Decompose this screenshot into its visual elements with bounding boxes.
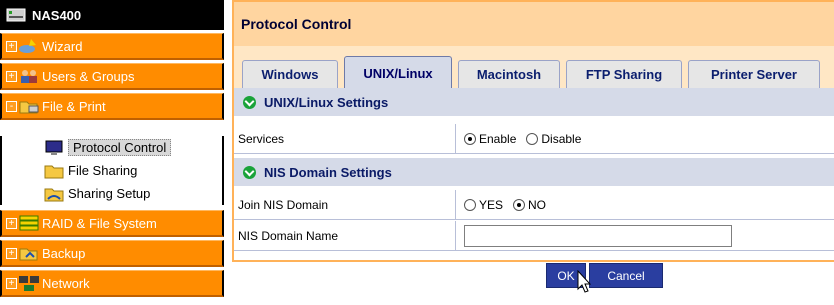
nav-item-label: Network bbox=[42, 275, 90, 291]
nav-item-network[interactable]: + Network bbox=[0, 270, 224, 297]
sidebar-item-protocol-control[interactable]: Protocol Control bbox=[0, 136, 224, 159]
nis-domain-name-cell bbox=[456, 224, 732, 247]
tab-bar: Windows UNIX/Linux Macintosh FTP Sharing… bbox=[234, 46, 834, 89]
sidebar-item-label: Protocol Control bbox=[68, 139, 172, 156]
radio-label: YES bbox=[479, 197, 504, 212]
expand-toggle[interactable]: + bbox=[6, 217, 17, 229]
row-services: Services Enable Disable bbox=[234, 124, 834, 154]
radio-button[interactable] bbox=[464, 132, 476, 145]
services-radio-group: Enable Disable bbox=[456, 132, 591, 146]
sidebar-item-label: Sharing Setup bbox=[68, 186, 151, 201]
checkmark-icon bbox=[243, 95, 256, 109]
expand-toggle[interactable]: + bbox=[6, 70, 17, 82]
field-label: NIS Domain Name bbox=[234, 221, 456, 250]
device-name: NAS400 bbox=[32, 7, 82, 23]
tab-windows[interactable]: Windows bbox=[242, 60, 338, 88]
nav-item-label: Backup bbox=[42, 245, 86, 261]
field-label: Services bbox=[234, 124, 456, 153]
join-nis-radio-group: YES NO bbox=[456, 198, 556, 212]
nav-item-wizard[interactable]: + Wizard bbox=[0, 33, 224, 60]
device-header[interactable]: NAS400 bbox=[0, 0, 224, 33]
mouse-pointer-icon bbox=[577, 270, 591, 293]
radio-option-disable[interactable]: Disable bbox=[526, 132, 581, 146]
radio-label: NO bbox=[528, 197, 547, 212]
radio-button[interactable] bbox=[513, 198, 526, 211]
expand-toggle[interactable]: + bbox=[6, 40, 17, 52]
tab-printer-server[interactable]: Printer Server bbox=[688, 60, 820, 88]
main-panel: Protocol Control Windows UNIX/Linux Maci… bbox=[232, 0, 834, 305]
folder-icon bbox=[44, 165, 64, 178]
radio-button[interactable] bbox=[464, 198, 476, 211]
tab-unix-linux[interactable]: UNIX/Linux bbox=[344, 56, 452, 89]
backup-icon bbox=[19, 248, 38, 261]
sidebar-item-label: File Sharing bbox=[68, 163, 138, 178]
sidebar: NAS400 + Wizard + Users & Groups - File … bbox=[0, 0, 224, 305]
radio-option-yes[interactable]: YES bbox=[464, 198, 503, 212]
nav-item-backup[interactable]: + Backup bbox=[0, 240, 224, 267]
collapse-toggle[interactable]: - bbox=[6, 100, 17, 112]
radio-button[interactable] bbox=[526, 132, 539, 145]
nis-domain-name-input[interactable] bbox=[464, 224, 732, 247]
nav-item-label: File & Print bbox=[42, 98, 106, 114]
expand-toggle[interactable]: + bbox=[6, 247, 17, 259]
shared-folder-icon bbox=[44, 188, 64, 201]
radio-option-enable[interactable]: Enable bbox=[464, 132, 516, 146]
network-icon bbox=[19, 276, 39, 291]
field-label: Join NIS Domain bbox=[234, 190, 456, 219]
tab-macintosh[interactable]: Macintosh bbox=[458, 60, 560, 88]
users-groups-icon bbox=[21, 70, 37, 83]
radio-label: Enable bbox=[479, 131, 517, 146]
nav-item-file-print[interactable]: - File & Print bbox=[0, 93, 224, 120]
row-join-nis-domain: Join NIS Domain YES NO bbox=[234, 190, 834, 220]
sidebar-item-file-sharing[interactable]: File Sharing bbox=[0, 159, 224, 182]
sidebar-item-sharing-setup[interactable]: Sharing Setup bbox=[0, 182, 224, 205]
nav-item-raid[interactable]: + RAID & File System bbox=[0, 210, 224, 237]
page-title: Protocol Control bbox=[234, 2, 834, 46]
section-header-nis-domain: NIS Domain Settings bbox=[234, 158, 834, 186]
nav-item-users-groups[interactable]: + Users & Groups bbox=[0, 63, 224, 90]
cancel-button[interactable]: Cancel bbox=[589, 263, 663, 288]
section-title: UNIX/Linux Settings bbox=[264, 94, 389, 110]
nav-item-label: Users & Groups bbox=[42, 68, 135, 84]
file-print-icon bbox=[19, 101, 39, 114]
tab-ftp-sharing[interactable]: FTP Sharing bbox=[566, 60, 682, 88]
nav-item-label: Wizard bbox=[42, 38, 83, 54]
raid-icon bbox=[19, 215, 39, 231]
radio-option-no[interactable]: NO bbox=[513, 198, 546, 212]
nas-device-icon bbox=[6, 8, 26, 22]
row-nis-domain-name: NIS Domain Name bbox=[234, 221, 834, 251]
expand-toggle[interactable]: + bbox=[6, 277, 17, 289]
wizard-icon bbox=[19, 39, 36, 53]
section-title: NIS Domain Settings bbox=[264, 164, 392, 180]
monitor-icon bbox=[45, 140, 63, 155]
nav-item-label: RAID & File System bbox=[42, 215, 157, 231]
radio-label: Disable bbox=[541, 131, 582, 146]
section-header-unix-linux: UNIX/Linux Settings bbox=[234, 88, 834, 116]
checkmark-icon bbox=[243, 165, 256, 179]
